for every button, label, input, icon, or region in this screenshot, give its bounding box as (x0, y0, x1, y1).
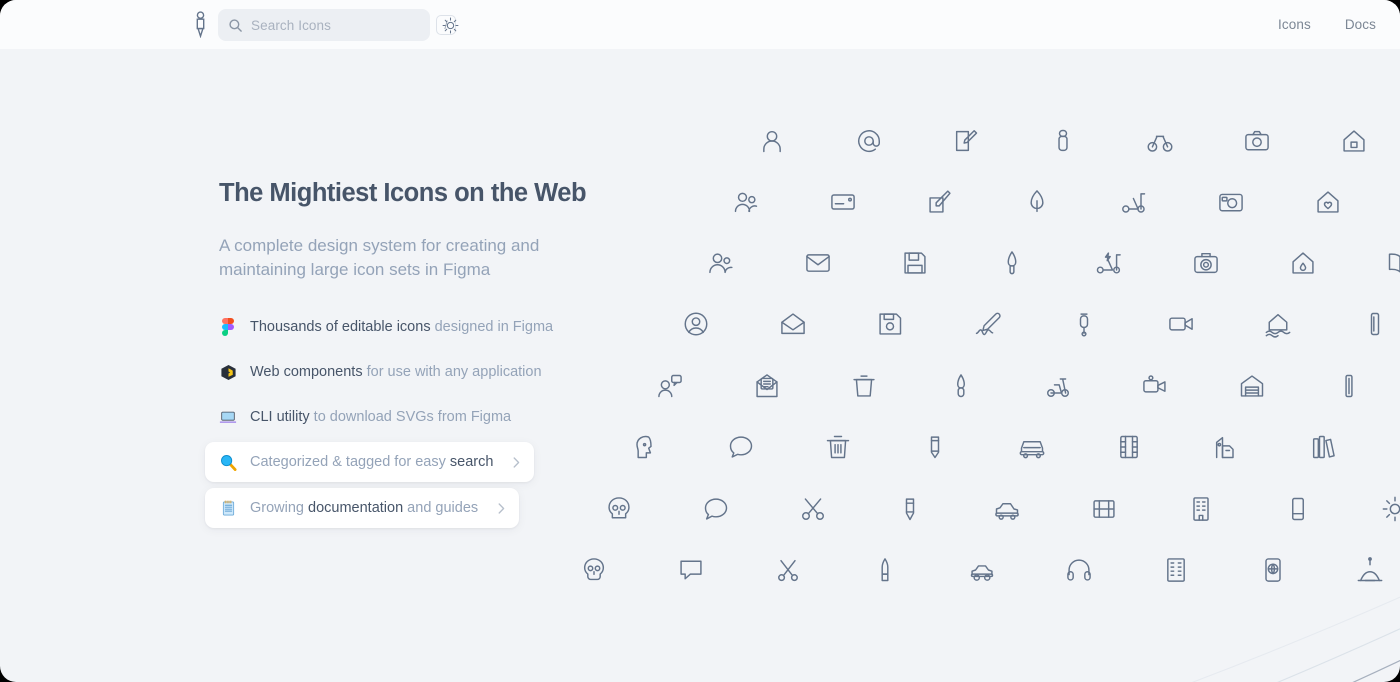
feature-item-label: Thousands of editable icons designed in … (250, 319, 554, 336)
marker-pen-logo-icon[interactable] (188, 10, 212, 39)
trash-bin-icon[interactable] (849, 371, 879, 401)
phone-globe-icon[interactable] (1258, 555, 1288, 585)
chat-bubble-icon[interactable] (726, 432, 756, 462)
edit-layers-icon[interactable] (925, 187, 955, 217)
home-icon[interactable] (1339, 126, 1369, 156)
icon-grid-row-4 (655, 371, 1400, 401)
signature-pen-icon[interactable] (972, 309, 1002, 339)
save-floppy-icon[interactable] (900, 248, 930, 278)
card-icon[interactable] (828, 187, 858, 217)
garage-icon[interactable] (1237, 371, 1267, 401)
chevron-right-icon (513, 456, 520, 468)
film-reel-icon[interactable] (1089, 494, 1119, 524)
camcorder-icon[interactable] (1140, 371, 1170, 401)
camera-photo-icon[interactable] (1191, 248, 1221, 278)
search-icon (228, 18, 243, 33)
speech-bubble-icon[interactable] (701, 494, 731, 524)
nav-links: Icons Docs (1278, 0, 1376, 49)
feature-item-label: Web components for use with any applicat… (250, 364, 542, 381)
kick-scooter-icon[interactable] (1119, 187, 1149, 217)
eraser-icon[interactable] (1283, 494, 1313, 524)
users-group-icon[interactable] (731, 187, 761, 217)
message-icon[interactable] (676, 555, 706, 585)
icon-grid-row-6 (604, 494, 1400, 524)
mail-open-icon[interactable] (778, 309, 808, 339)
fountain-icon[interactable] (1355, 555, 1385, 585)
fountain-pen-icon[interactable] (1022, 187, 1052, 217)
at-sign-icon[interactable] (854, 126, 884, 156)
battery-icon[interactable] (1360, 309, 1390, 339)
icon-grid-row-3 (681, 309, 1400, 339)
icon-grid-row-7 (579, 555, 1400, 585)
user-icon[interactable] (757, 126, 787, 156)
scooter-rider-icon[interactable] (1043, 371, 1073, 401)
camera-icon[interactable] (1242, 126, 1272, 156)
trash-delete-icon[interactable] (823, 432, 853, 462)
feature-item-label: Growing documentation and guides (250, 500, 479, 517)
marker-icon[interactable] (1048, 126, 1078, 156)
pen-icon[interactable] (870, 555, 900, 585)
laptop-icon (219, 408, 237, 426)
car-front-icon[interactable] (1017, 432, 1047, 462)
users-two-icon[interactable] (706, 248, 736, 278)
scissors-icon[interactable] (798, 494, 828, 524)
feature-item-2: CLI utility to download SVGs from Figma (205, 397, 689, 437)
nav-link-docs[interactable]: Docs (1345, 17, 1376, 32)
camera-retro-icon[interactable] (1216, 187, 1246, 217)
icon-grid-row-5 (629, 432, 1400, 462)
feature-item-1: Web components for use with any applicat… (205, 352, 689, 392)
brush-pen-icon[interactable] (997, 248, 1027, 278)
hero-section: The Mightiest Icons on the Web A complet… (205, 178, 689, 534)
magnifying-glass-icon (219, 453, 237, 471)
feature-item-label: Categorized & tagged for easy search (250, 454, 494, 471)
headphones-icon[interactable] (1064, 555, 1094, 585)
scissors-cut-icon[interactable] (773, 555, 803, 585)
top-navigation-bar: / Icons Docs (0, 0, 1400, 49)
open-book-icon[interactable] (1385, 248, 1400, 278)
icon-grid-row-2 (706, 248, 1400, 278)
paint-brush-icon[interactable] (946, 371, 976, 401)
skull-bones-icon[interactable] (579, 555, 609, 585)
moped-icon[interactable] (1069, 309, 1099, 339)
home-drop-icon[interactable] (1288, 248, 1318, 278)
film-strip-icon[interactable] (1114, 432, 1144, 462)
nav-link-icons[interactable]: Icons (1278, 17, 1311, 32)
edit-square-icon[interactable] (951, 126, 981, 156)
books-icon[interactable] (1308, 432, 1338, 462)
office-building-icon[interactable] (1186, 494, 1216, 524)
pencil-edit-icon[interactable] (895, 494, 925, 524)
pencil-icon[interactable] (920, 432, 950, 462)
home-heart-icon[interactable] (1313, 187, 1343, 217)
feature-item-3[interactable]: Categorized & tagged for easy search (205, 442, 535, 483)
mail-icon[interactable] (803, 248, 833, 278)
feature-item-label: CLI utility to download SVGs from Figma (250, 409, 512, 426)
house-flood-icon[interactable] (1263, 309, 1293, 339)
web-components-logo-icon (219, 363, 237, 381)
electric-scooter-icon[interactable] (1094, 248, 1124, 278)
browser-window: °F°C / I (0, 0, 1400, 682)
car-side-icon[interactable] (992, 494, 1022, 524)
page-title: The Mightiest Icons on the Web (219, 179, 587, 207)
feature-item-0: Thousands of editable icons designed in … (205, 307, 689, 347)
chevron-right-icon (498, 502, 505, 514)
buildings-icon[interactable] (1211, 432, 1241, 462)
hero-subtitle: A complete design system for creating an… (219, 236, 540, 279)
feature-item-4[interactable]: Growing documentation and guides (205, 488, 520, 529)
apartment-icon[interactable] (1161, 555, 1191, 585)
figma-logo-icon (219, 318, 237, 337)
search-input[interactable] (251, 17, 428, 33)
bicycle-icon[interactable] (1145, 126, 1175, 156)
document-notes-icon (219, 499, 237, 517)
feature-list: Thousands of editable icons designed in … (205, 307, 689, 534)
sun-icon[interactable] (1380, 494, 1400, 524)
sun-brightness-icon[interactable] (438, 13, 462, 37)
icon-grid-row-0: °F (757, 126, 1400, 156)
car-vintage-icon[interactable] (967, 555, 997, 585)
video-camera-icon[interactable] (1166, 309, 1196, 339)
save-disk-icon[interactable] (875, 309, 905, 339)
icon-grid-row-1: °C (731, 187, 1400, 217)
mail-document-icon[interactable] (752, 371, 782, 401)
battery-vertical-icon[interactable] (1334, 371, 1364, 401)
search-box[interactable]: / (218, 9, 456, 41)
